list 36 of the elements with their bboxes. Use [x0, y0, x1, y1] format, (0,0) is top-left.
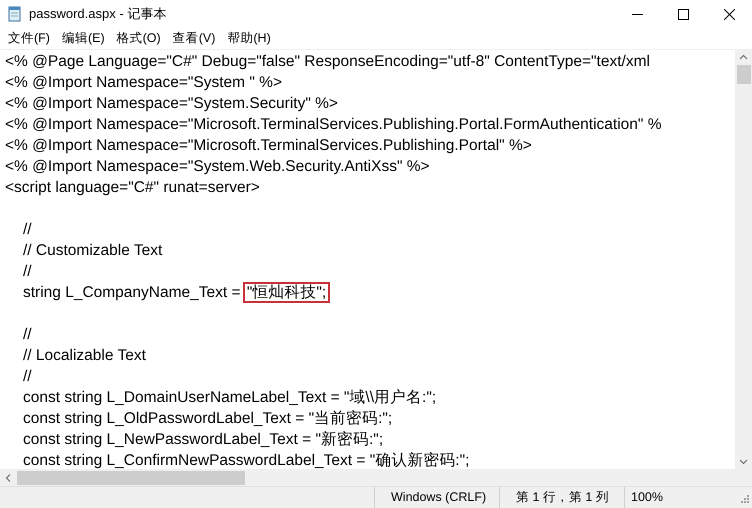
horizontal-scrollbar[interactable]: [0, 469, 752, 486]
close-icon[interactable]: [724, 8, 734, 20]
menu-item[interactable]: 帮助(H): [221, 30, 277, 47]
code-line: <% @Import Namespace="System.Web.Security.AntiXss" %>: [5, 158, 430, 175]
scroll-thumb[interactable]: [736, 65, 750, 84]
cursor-position-label: 第 1 行，第 1 列: [499, 487, 624, 508]
code-line: <% @Page Language="C#" Debug="false" ResponseEncoding="utf-8" ContentType="text/xml: [5, 53, 650, 70]
code-line: // Customizable Text: [23, 242, 162, 259]
code-line: //: [23, 326, 32, 343]
code-line: <script language="C#" runat=server>: [5, 179, 260, 196]
zoom-label: 100%: [624, 487, 734, 508]
menu-item[interactable]: 文件(F): [2, 30, 56, 47]
scroll-thumb[interactable]: [17, 470, 245, 484]
code-line: //: [23, 368, 32, 385]
code-line: <% @Import Namespace="System.Security" %>: [5, 95, 338, 112]
notepad-icon: [8, 6, 21, 22]
code-line: <% @Import Namespace="Microsoft.TerminalServices.Publishing.Portal" %>: [5, 137, 532, 154]
code-line: const string L_OldPasswordLabel_Text = "当前密码:";: [23, 410, 392, 427]
code-line: const string L_DomainUserNameLabel_Text = "域\\用户名:";: [23, 389, 436, 406]
window-title: password.aspx - 记事本: [29, 5, 166, 23]
code-line: <% @Import Namespace="System " %>: [5, 74, 282, 91]
menu-item[interactable]: 编辑(E): [56, 30, 111, 47]
code-line: const string L_ConfirmNewPasswordLabel_Text = "确认新密码:";: [23, 452, 470, 469]
maximize-icon[interactable]: [678, 8, 688, 20]
code-line: // Localizable Text: [23, 347, 146, 364]
highlighted-string: "恒灿科技";: [244, 284, 328, 301]
menu-item[interactable]: 查看(V): [166, 30, 222, 47]
code-line: //: [23, 263, 32, 280]
code-line: string L_CompanyName_Text =: [23, 284, 242, 301]
vertical-scrollbar[interactable]: [735, 50, 752, 469]
resize-grip-icon[interactable]: [739, 492, 749, 502]
line-ending-label: Windows (CRLF): [374, 487, 499, 508]
code-line: <% @Import Namespace="Microsoft.TerminalServices.Publishing.Portal.FormAuthentication" %: [5, 116, 662, 133]
code-line: const string L_NewPasswordLabel_Text = "新密码:";: [23, 431, 384, 448]
code-line: //: [23, 221, 32, 238]
menu-item[interactable]: 格式(O): [110, 30, 167, 47]
